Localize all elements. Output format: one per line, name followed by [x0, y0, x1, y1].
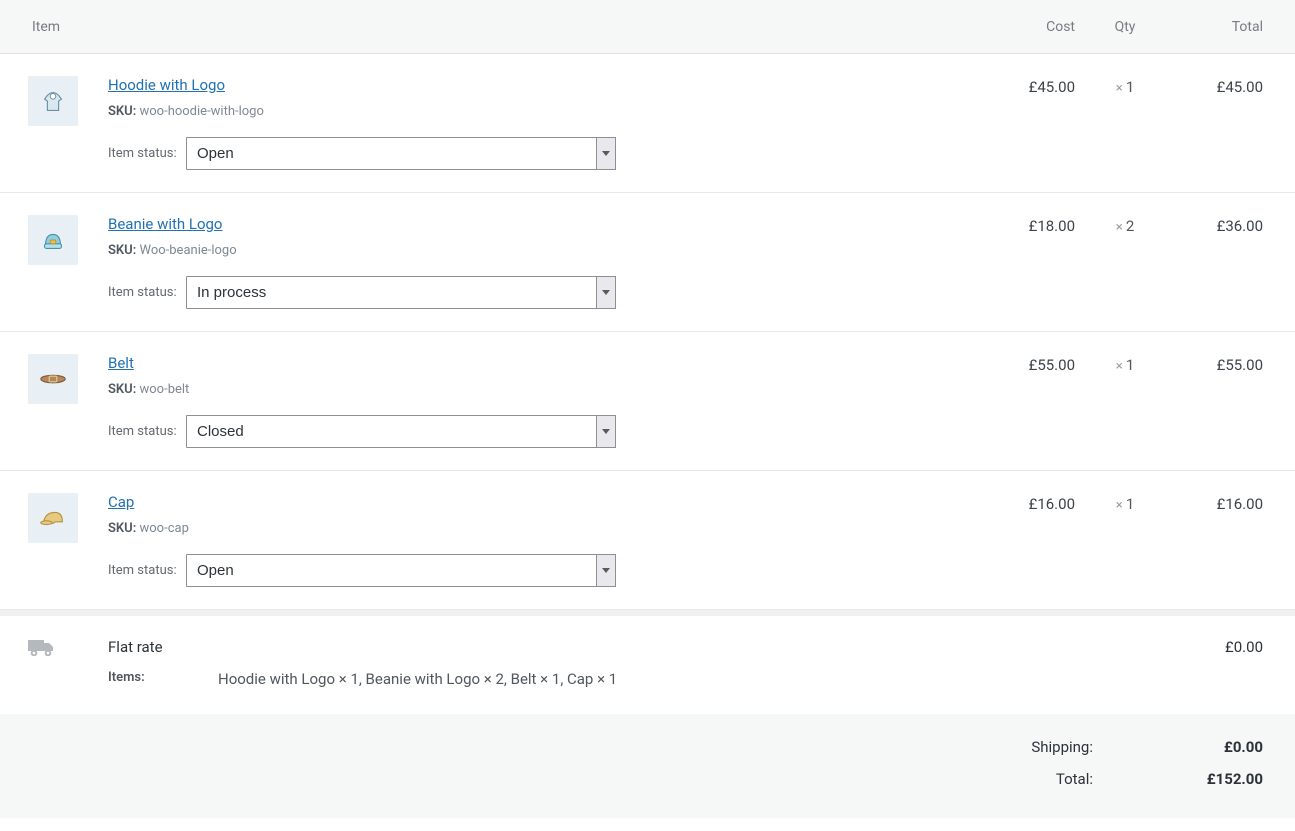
- totals-total-value: £152.00: [1093, 770, 1263, 788]
- sku-value: woo-hoodie-with-logo: [140, 104, 264, 119]
- item-qty: × 1: [1075, 76, 1175, 96]
- sku-value: woo-cap: [140, 521, 189, 536]
- order-item-row: Belt SKU: woo-belt Item status: OpenIn p…: [0, 332, 1295, 471]
- item-line-total: £36.00: [1175, 215, 1295, 235]
- header-item: Item: [0, 19, 965, 35]
- shipping-amount: £0.00: [1143, 638, 1263, 656]
- item-status-select[interactable]: OpenIn processClosed: [186, 137, 616, 170]
- item-status-select[interactable]: OpenIn processClosed: [186, 276, 616, 309]
- shipping-method: Flat rate: [108, 638, 1143, 656]
- sku-label: SKU:: [108, 521, 136, 536]
- header-qty: Qty: [1075, 19, 1175, 35]
- item-status-label: Item status:: [108, 285, 186, 300]
- product-name-link[interactable]: Beanie with Logo: [108, 215, 223, 233]
- shipping-row: Flat rate Items: Hoodie with Logo × 1, B…: [0, 610, 1295, 714]
- product-thumbnail[interactable]: [28, 354, 78, 404]
- item-status-label: Item status:: [108, 424, 186, 439]
- totals-total-label: Total:: [1056, 770, 1093, 788]
- item-cost: £16.00: [965, 493, 1075, 513]
- totals-shipping-value: £0.00: [1093, 738, 1263, 756]
- product-thumbnail[interactable]: [28, 493, 78, 543]
- product-name-link[interactable]: Cap: [108, 493, 134, 511]
- sku-label: SKU:: [108, 104, 136, 119]
- shipping-items-label: Items:: [108, 670, 218, 688]
- item-cost: £18.00: [965, 215, 1075, 235]
- item-qty: × 1: [1075, 493, 1175, 513]
- item-cost: £45.00: [965, 76, 1075, 96]
- header-cost: Cost: [965, 19, 1075, 35]
- product-thumbnail[interactable]: [28, 76, 78, 126]
- table-header: Item Cost Qty Total: [0, 0, 1295, 54]
- sku-value: Woo-beanie-logo: [140, 243, 237, 258]
- item-qty: × 2: [1075, 215, 1175, 235]
- sku-value: woo-belt: [140, 382, 190, 397]
- shipping-items-text: Hoodie with Logo × 1, Beanie with Logo ×…: [218, 670, 617, 688]
- order-items-table: Item Cost Qty Total Hoodie with Logo SKU…: [0, 0, 1295, 818]
- item-status-label: Item status:: [108, 563, 186, 578]
- order-totals: Shipping: £0.00 Total: £152.00: [0, 714, 1295, 818]
- product-name-link[interactable]: Hoodie with Logo: [108, 76, 225, 94]
- sku-label: SKU:: [108, 382, 136, 397]
- sku-label: SKU:: [108, 243, 136, 258]
- item-line-total: £55.00: [1175, 354, 1295, 374]
- product-thumbnail[interactable]: [28, 215, 78, 265]
- order-item-row: Hoodie with Logo SKU: woo-hoodie-with-lo…: [0, 54, 1295, 193]
- product-name-link[interactable]: Belt: [108, 354, 134, 372]
- header-total: Total: [1175, 19, 1295, 35]
- totals-shipping-label: Shipping:: [1031, 738, 1093, 756]
- truck-icon: [28, 644, 54, 660]
- item-cost: £55.00: [965, 354, 1075, 374]
- order-item-row: Beanie with Logo SKU: Woo-beanie-logo It…: [0, 193, 1295, 332]
- item-status-select[interactable]: OpenIn processClosed: [186, 554, 616, 587]
- order-item-row: Cap SKU: woo-cap Item status: OpenIn pro…: [0, 471, 1295, 610]
- item-status-label: Item status:: [108, 146, 186, 161]
- item-qty: × 1: [1075, 354, 1175, 374]
- item-line-total: £45.00: [1175, 76, 1295, 96]
- item-line-total: £16.00: [1175, 493, 1295, 513]
- item-status-select[interactable]: OpenIn processClosed: [186, 415, 616, 448]
